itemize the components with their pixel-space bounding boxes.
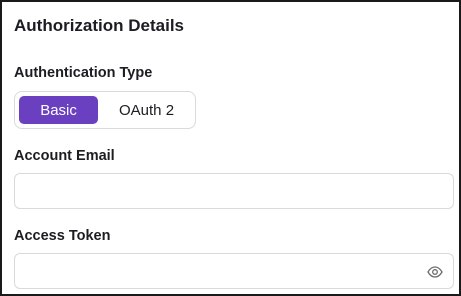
section-title: Authorization Details [14, 16, 185, 35]
account-email-input[interactable] [15, 174, 453, 208]
account-email-field-box [14, 173, 454, 209]
access-token-field-box [14, 253, 454, 289]
auth-option-basic[interactable]: Basic [19, 96, 99, 124]
account-email-label: Account Email [14, 148, 115, 164]
auth-option-oauth2[interactable]: OAuth 2 [102, 96, 191, 124]
authorization-panel: Authorization Details Authentication Typ… [0, 0, 461, 296]
authentication-type-toggle: Basic OAuth 2 [14, 91, 196, 129]
eye-icon[interactable] [427, 264, 443, 280]
access-token-label: Access Token [14, 228, 111, 244]
authentication-type-label: Authentication Type [14, 65, 153, 81]
access-token-input[interactable] [15, 254, 453, 288]
